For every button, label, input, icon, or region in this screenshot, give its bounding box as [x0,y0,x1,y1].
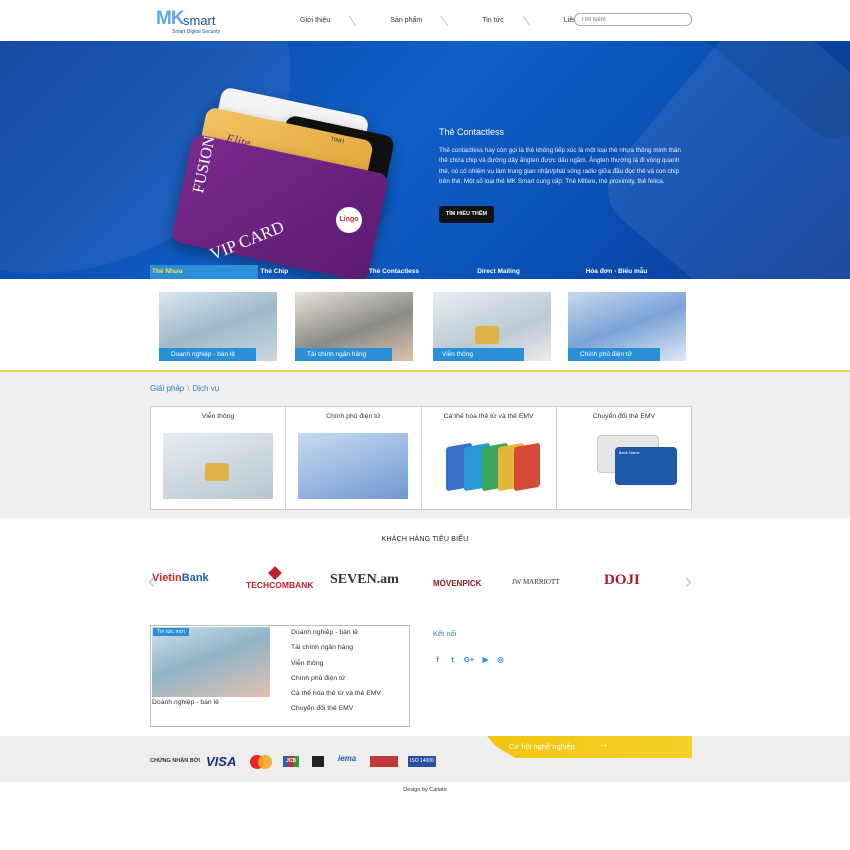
crumb-dich-vu[interactable]: Dịch vụ [192,384,219,393]
solution-e-government[interactable]: Chính phủ điện tử [286,407,422,509]
category-label: Tài chính ngân hàng [295,348,392,361]
category-retail[interactable]: Doanh nghiệp - bán lẻ [159,292,277,361]
news-link[interactable]: Chuyển đổi thẻ EMV [291,705,381,720]
footer-credit: Design by Caitato [403,787,447,793]
carousel-next-icon[interactable]: › [685,570,692,592]
news-caption[interactable]: Doanh nghiệp - bán lẻ [152,699,219,706]
card-logo-icon [312,756,324,767]
iso-logo: ISO 14000 [408,756,436,767]
google-plus-icon[interactable]: G+ [463,655,475,664]
career-label: Cơ hội nghề nghiệp [509,742,575,751]
logo-mk: MK [156,8,185,29]
tab-the-chip[interactable]: Thẻ Chip [258,265,366,279]
nav-tin-tuc[interactable]: Tin tức [482,17,504,26]
crumb-separator: \ [187,384,190,393]
arrow-right-icon: → [599,739,609,750]
hero-banner: Elite TINH FUSION VIP CARD Lingo Thẻ Con… [0,41,850,279]
search-box [574,13,692,26]
solutions-grid: Viễn thông Chính phủ điện tử Cá thể hóa … [150,406,692,510]
sim-chip-icon [205,463,229,481]
solution-image: Bank Name [568,433,679,499]
solution-emv-conversion[interactable]: Chuyển đổi thẻ EMV Bank Name [557,407,691,509]
certification-bar: CHỨNG NHẬN BỞI VISA JCB iema ISO 14000 C… [0,736,850,782]
breadcrumb: Giải pháp \ Dịch vụ [150,384,219,393]
connect-title: Kết nối [433,629,457,638]
logo-tagline: Smart Digital Security [172,29,221,35]
bank-card-icon: Bank Name [614,447,677,485]
solution-title: Cá thể hóa thẻ từ và thẻ EMV [443,413,534,420]
hero-tabs: Thẻ Nhựa Thẻ Chip Thẻ Contactless Direct… [150,265,692,279]
bank-card-text: Bank Name [618,450,640,455]
certified-by-label: CHỨNG NHẬN BỞI [150,758,200,764]
social-links: f t G+ ▶ ◎ [433,655,505,664]
tab-the-contactless[interactable]: Thẻ Contactless [367,265,475,279]
client-logo-sevenam[interactable]: SEVEN.am [330,572,399,588]
category-label: Viễn thông [433,348,524,361]
client-logo-vietinbank[interactable]: VietinBank [152,572,209,584]
crumb-giai-phap[interactable]: Giải pháp [150,384,184,393]
client-logo-doji[interactable]: DOJI [604,572,640,589]
nav-san-pham[interactable]: Sản phẩm [390,17,422,26]
client-logo-movenpick[interactable]: MÖVENPICK [433,579,481,588]
solution-title: Viễn thông [201,413,235,420]
main-nav: Giới thiệu Sản phẩm Tin tức Liên hệ [300,16,587,26]
mk-smart-logo[interactable]: MK smart Smart Digital Security [156,8,228,36]
news-list: Doanh nghiệp - bán lẻ Tài chính ngân hàn… [291,629,381,721]
instagram-icon[interactable]: ◎ [496,655,505,664]
youtube-icon[interactable]: ▶ [481,655,490,664]
facebook-icon[interactable]: f [433,655,442,664]
news-image[interactable] [152,627,270,697]
certificate-logo-icon [370,756,398,767]
client-logo-jw-marriott[interactable]: JW MARRIOTT [512,578,560,586]
news-link[interactable]: Viễn thông [291,660,381,675]
nav-gioi-thieu[interactable]: Giới thiệu [300,17,330,26]
news-box: Tin tức mới Doanh nghiệp - bán lẻ Doanh … [150,625,410,727]
logo-smart: smart [183,13,216,28]
nav-divider [440,16,458,26]
visa-logo: VISA [206,754,237,769]
card-stack-icon [513,442,540,492]
solution-image [298,433,409,499]
mastercard-logo [250,755,272,769]
hero-description: Thẻ contactless hay còn gọi là thẻ không… [439,147,681,185]
nav-divider [348,16,366,26]
category-label: Doanh nghiệp - bán lẻ [159,348,256,361]
sim-chip-icon [475,326,499,344]
solution-title: Chuyển đổi thẻ EMV [592,413,656,420]
twitter-icon[interactable]: t [448,655,457,664]
jcb-logo: JCB [283,756,299,767]
solution-personalization[interactable]: Cá thể hóa thẻ từ và thẻ EMV [422,407,557,509]
techcombank-mark-icon [268,566,282,580]
clients-carousel: ‹ VietinBank TECHCOMBANK SEVEN.am MÖVENP… [148,566,692,598]
news-link[interactable]: Doanh nghiệp - bán lẻ [291,629,381,644]
tab-direct-mailing[interactable]: Direct Mailing [475,265,583,279]
category-telecom[interactable]: Viễn thông [433,292,551,361]
category-e-government[interactable]: Chính phủ điện tử [568,292,686,361]
solution-image [433,433,544,499]
solution-image [163,433,273,499]
news-link[interactable]: Cá thể hóa thẻ từ và thẻ EMV [291,690,381,705]
news-link[interactable]: Tài chính ngân hàng [291,644,381,659]
category-label: Chính phủ điện tử [568,348,660,361]
tab-hoa-don-bieu-mau[interactable]: Hóa đơn - Biểu mẫu [584,265,692,279]
solution-telecom[interactable]: Viễn thông [151,407,287,509]
tab-the-nhua[interactable]: Thẻ Nhựa [150,265,259,279]
category-banking[interactable]: Tài chính ngân hàng [295,292,413,361]
hero-title: Thẻ Contactless [439,127,505,137]
nav-divider [522,16,540,26]
career-button[interactable]: Cơ hội nghề nghiệp → [487,736,692,758]
news-link[interactable]: Chính phủ điện tử [291,675,381,690]
site-header: MK smart Smart Digital Security Giới thi… [0,0,850,41]
client-logo-techcombank[interactable]: TECHCOMBANK [246,580,314,590]
learn-more-button[interactable]: TÌM HIỂU THÊM [439,206,494,223]
solutions-section: Giải pháp \ Dịch vụ Viễn thông Chính phủ đ… [0,370,850,518]
iema-logo: iema [338,754,357,763]
clients-title: KHÁCH HÀNG TIÊU BIỂU [381,536,469,543]
card-badge: Lingo [336,207,362,233]
news-tag: Tin tức mới [153,628,189,636]
solution-title: Chính phủ điện tử [326,413,381,420]
search-input[interactable] [575,15,691,25]
